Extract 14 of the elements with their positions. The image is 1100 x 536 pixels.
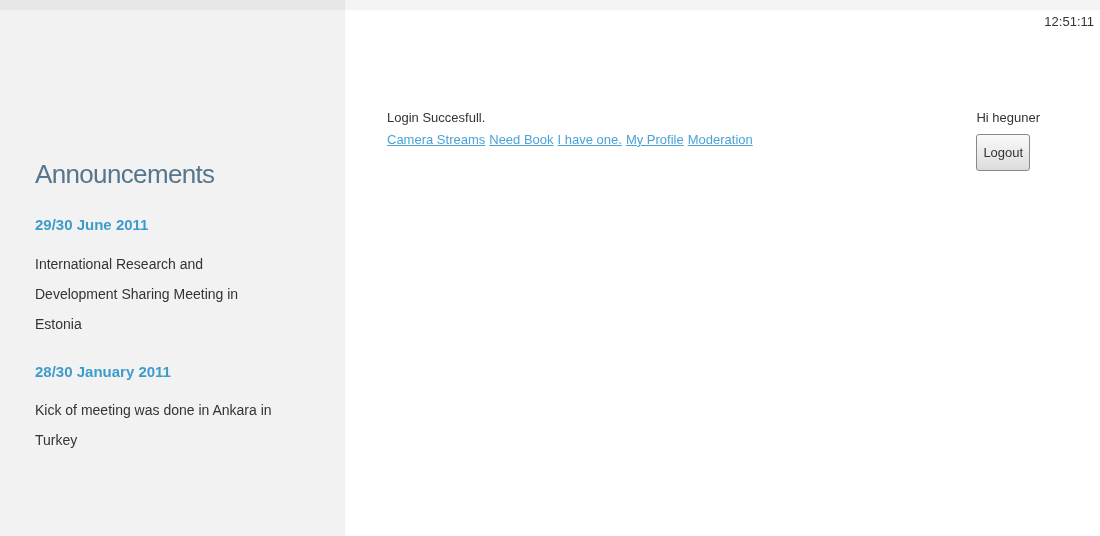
greeting: Hi heguner: [976, 109, 1040, 127]
nav-link[interactable]: Need Book: [489, 129, 554, 149]
nav-link[interactable]: My Profile: [625, 129, 684, 149]
announcement-text: Kick of meeting was done in Ankara in Turkey: [35, 401, 273, 450]
nav-link[interactable]: Camera Streams: [387, 129, 486, 149]
login-message: Login Succesfull.: [387, 109, 487, 127]
clock: 12:51:11: [1044, 13, 1094, 31]
nav-link[interactable]: Moderation: [687, 129, 753, 149]
announcement-text: International Research and Development Sharing Meeting in Estonia: [35, 254, 240, 334]
nav-link[interactable]: I have one.: [557, 129, 622, 149]
announcement-date: 28/30 January 2011: [35, 361, 172, 382]
logout-button[interactable]: Logout: [976, 133, 1031, 171]
sidebar-title: Announcements: [35, 158, 216, 191]
announcement-date: 29/30 June 2011: [35, 215, 150, 235]
